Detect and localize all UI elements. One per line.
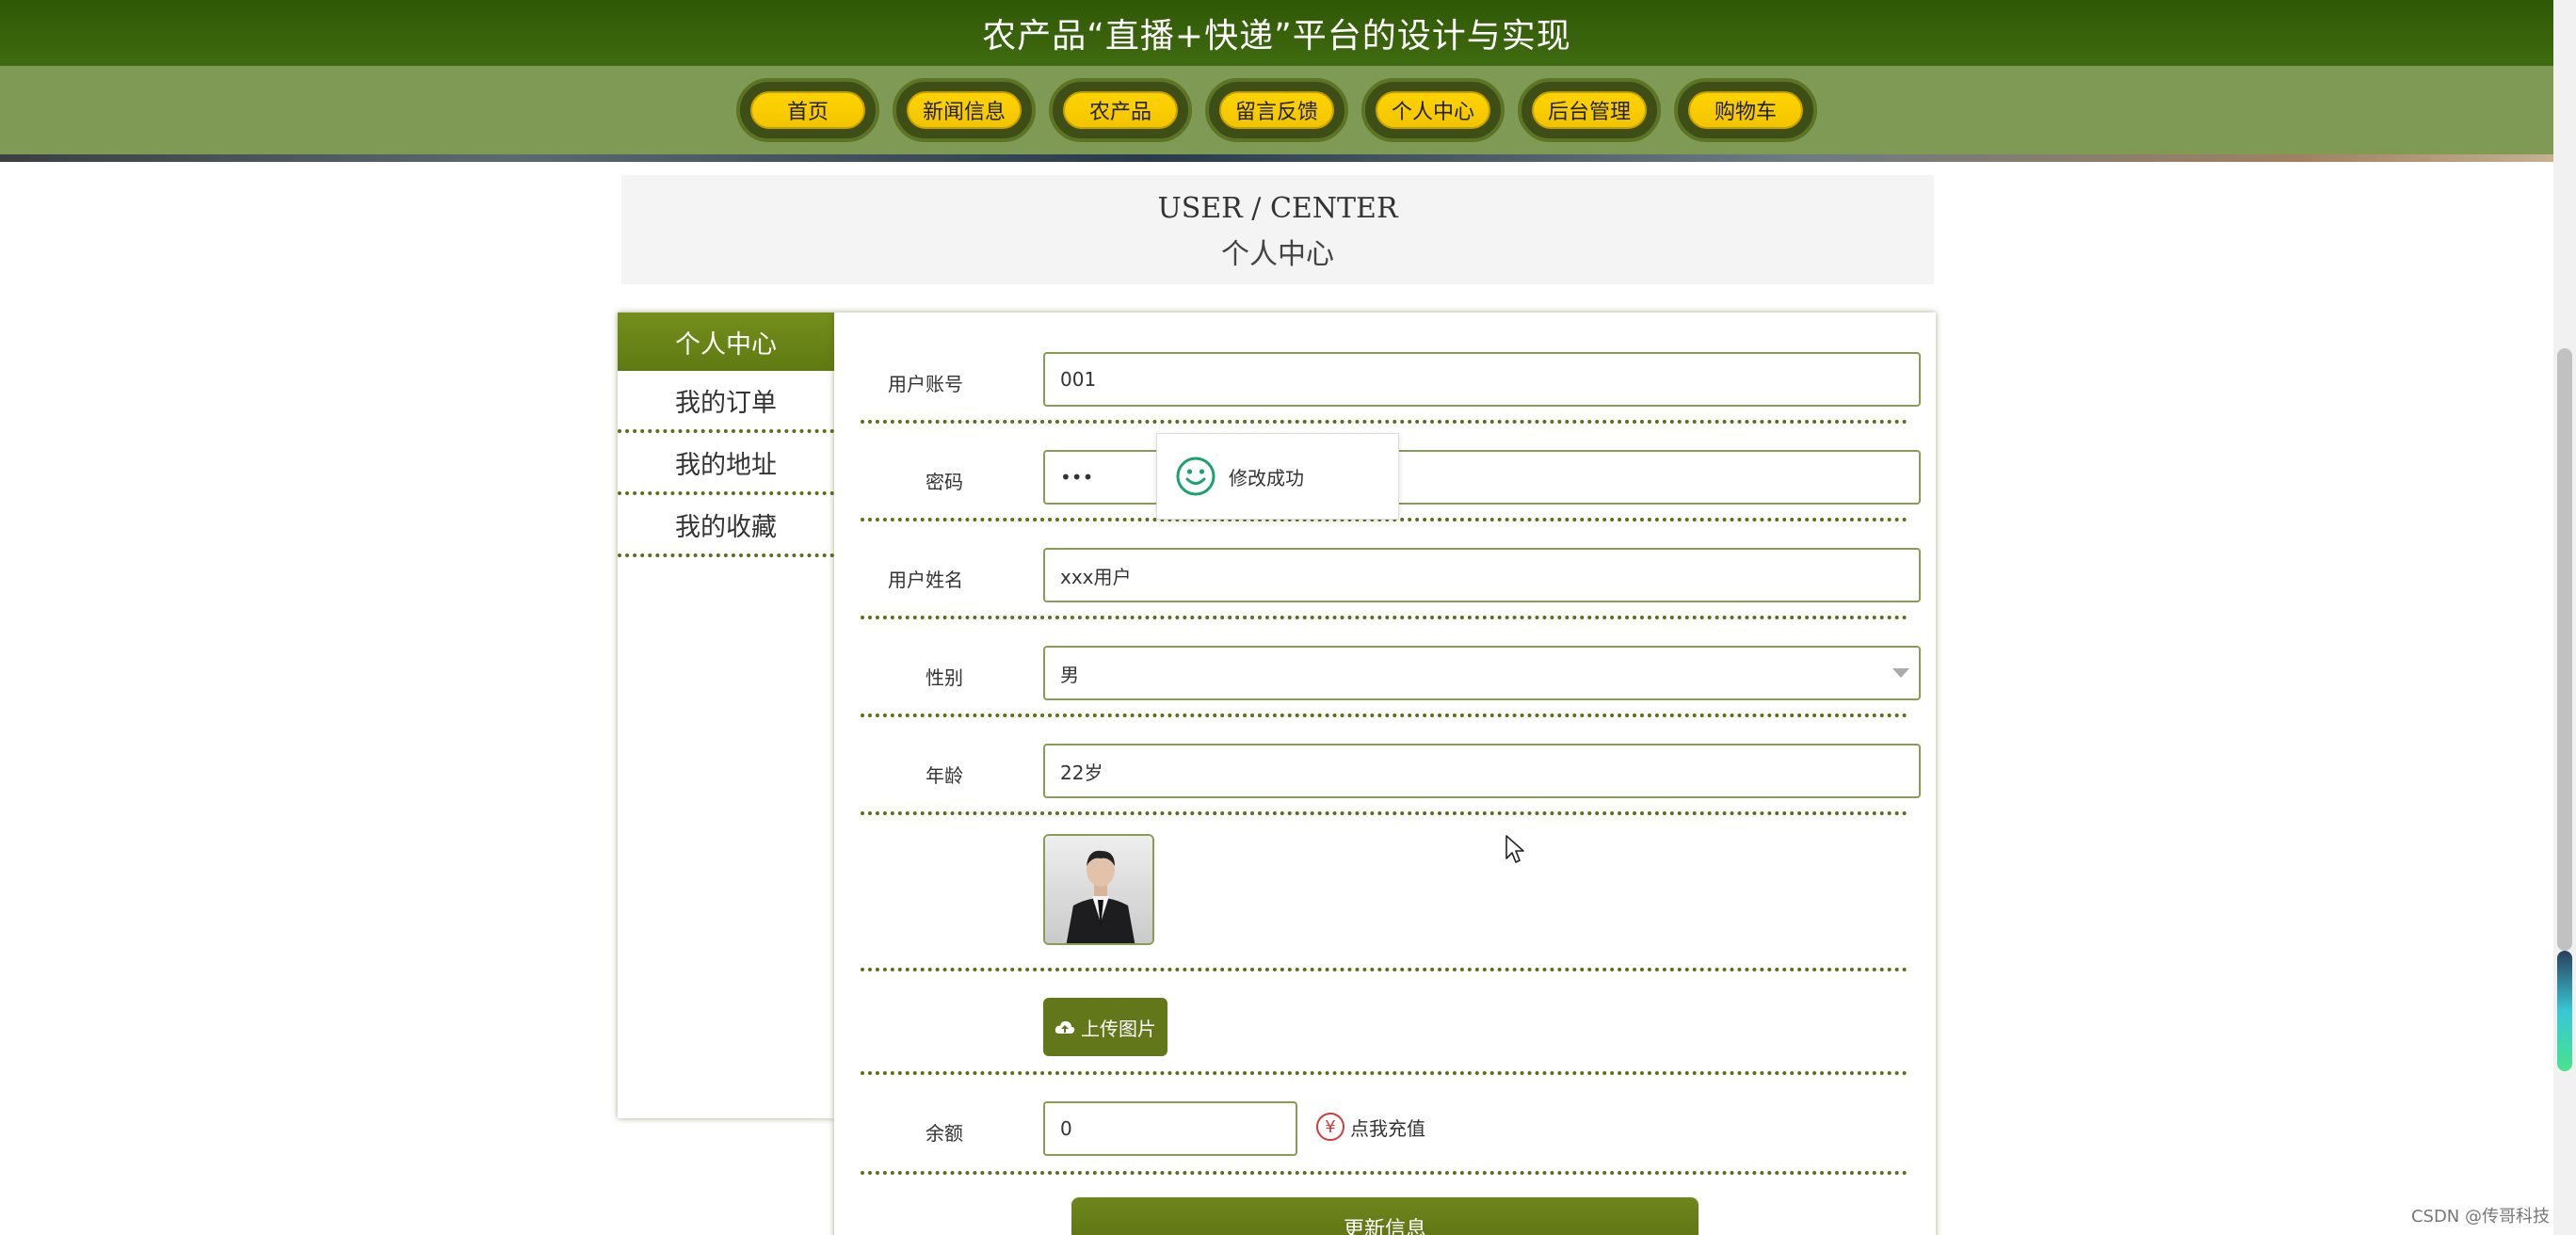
heading-en: USER / CENTER — [1157, 192, 1398, 225]
nav-admin[interactable]: 后台管理 — [1518, 78, 1661, 142]
heading-cn: 个人中心 — [1221, 238, 1334, 271]
update-info-button[interactable]: 更新信息 — [1071, 1197, 1699, 1235]
nav-products[interactable]: 农产品 — [1049, 78, 1192, 142]
chevron-down-icon — [1892, 668, 1909, 678]
gender-label: 性别 — [926, 666, 963, 689]
scrollbar-thumb[interactable] — [2557, 348, 2572, 951]
mouse-cursor-icon — [1505, 835, 1524, 863]
form-row-upload: 上传图片 — [861, 971, 1908, 1075]
form-row-avatar — [861, 815, 1908, 971]
form-row-account: 用户账号 001 — [861, 313, 1921, 424]
banner-image-strip — [0, 154, 2553, 162]
balance-input[interactable]: 0 — [1043, 1101, 1297, 1156]
section-heading: USER / CENTER 个人中心 — [621, 175, 1934, 284]
page: 农产品“直播+快递”平台的设计与实现 首页 新闻信息 农产品 留言反馈 个人中心… — [0, 0, 2576, 1235]
nav-news-label: 新闻信息 — [907, 91, 1022, 129]
nav-products-label: 农产品 — [1063, 91, 1178, 129]
recharge-link[interactable]: ¥ 点我充值 — [1316, 1113, 1425, 1141]
user-sidebar: 个人中心 我的订单 我的地址 我的收藏 — [618, 313, 834, 1118]
name-input[interactable]: xxx用户 — [1043, 548, 1921, 602]
gender-value: 男 — [1060, 663, 1079, 686]
cloud-upload-icon — [1055, 1020, 1075, 1034]
upload-image-label: 上传图片 — [1081, 1017, 1156, 1040]
page-scrollbar[interactable] — [2553, 0, 2576, 1235]
account-input[interactable]: 001 — [1043, 352, 1921, 407]
nav-cart[interactable]: 购物车 — [1674, 78, 1817, 142]
age-input[interactable]: 22岁 — [1043, 744, 1921, 798]
nav-admin-label: 后台管理 — [1532, 91, 1647, 129]
nav-home-label: 首页 — [750, 91, 865, 129]
nav-user-center-label: 个人中心 — [1376, 91, 1490, 129]
sidebar-item-my-favorites[interactable]: 我的收藏 — [618, 495, 834, 557]
sidebar-item-user-center[interactable]: 个人中心 — [618, 313, 834, 371]
yen-icon: ¥ — [1316, 1113, 1344, 1141]
name-label: 用户姓名 — [888, 569, 963, 591]
recharge-label: 点我充值 — [1350, 1116, 1425, 1140]
form-row-gender: 性别 男 — [861, 619, 1921, 717]
nav-user-center[interactable]: 个人中心 — [1361, 78, 1505, 142]
title-bar: 农产品“直播+快递”平台的设计与实现 — [0, 0, 2553, 66]
success-toast: 修改成功 — [1156, 433, 1399, 520]
smile-icon — [1176, 457, 1216, 496]
nav-feedback-label: 留言反馈 — [1219, 91, 1334, 129]
account-label: 用户账号 — [888, 373, 963, 395]
balance-label: 余额 — [926, 1122, 963, 1145]
main-nav: 首页 新闻信息 农产品 留言反馈 个人中心 后台管理 购物车 — [0, 66, 2553, 154]
age-label: 年龄 — [926, 764, 963, 787]
person-photo-icon — [1045, 836, 1152, 943]
scrollbar-accent — [2557, 951, 2572, 1071]
nav-news[interactable]: 新闻信息 — [893, 78, 1036, 142]
sidebar-item-my-orders[interactable]: 我的订单 — [618, 371, 834, 433]
gender-select[interactable]: 男 — [1043, 646, 1921, 700]
toast-message: 修改成功 — [1229, 466, 1304, 489]
password-label: 密码 — [926, 471, 963, 493]
watermark: CSDN @传哥科技 — [2410, 1207, 2550, 1227]
nav-home[interactable]: 首页 — [736, 78, 879, 142]
sidebar-item-my-address[interactable]: 我的地址 — [618, 433, 834, 495]
site-title: 农产品“直播+快递”平台的设计与实现 — [982, 17, 1571, 56]
avatar-image — [1043, 834, 1154, 945]
form-row-age: 年龄 22岁 — [861, 717, 1921, 815]
upload-image-button[interactable]: 上传图片 — [1043, 998, 1167, 1056]
form-row-balance: 余额 0 ¥ 点我充值 — [861, 1075, 1908, 1175]
nav-feedback[interactable]: 留言反馈 — [1205, 78, 1348, 142]
form-row-name: 用户姓名 xxx用户 — [861, 521, 1921, 619]
nav-cart-label: 购物车 — [1688, 91, 1803, 129]
